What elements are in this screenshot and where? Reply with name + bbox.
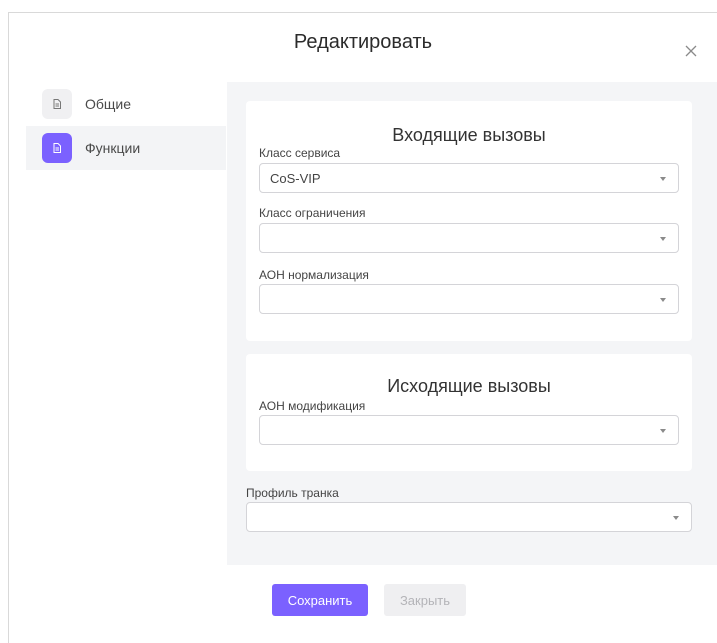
cli-modification-select[interactable]	[259, 415, 679, 445]
dialog-title: Редактировать	[293, 31, 433, 53]
incoming-calls-card: Входящие вызовы Класс сервиса CoS-VIP Кл…	[246, 101, 692, 341]
chevron-down-icon	[660, 177, 666, 181]
sidebar-item-label: Функции	[85, 140, 141, 156]
restriction-class-label: Класс ограничения	[259, 206, 366, 220]
chevron-down-icon	[660, 237, 666, 241]
incoming-calls-title: Входящие вызовы	[392, 125, 546, 145]
chevron-down-icon	[660, 429, 666, 433]
cli-normalization-select[interactable]	[259, 284, 679, 314]
edit-dialog: Редактировать Общие Функции Входящие выз…	[8, 12, 717, 643]
cli-normalization-label: АОН нормализация	[259, 268, 369, 282]
save-button[interactable]: Сохранить	[272, 584, 368, 616]
trunk-profile-label: Профиль транка	[246, 486, 339, 500]
chevron-down-icon	[673, 516, 679, 520]
outgoing-calls-card: Исходящие вызовы АОН модификация	[246, 354, 692, 471]
sidebar: Общие Функции	[26, 82, 226, 170]
document-icon	[42, 89, 72, 119]
close-button[interactable]: Закрыть	[384, 584, 466, 616]
sidebar-item-general[interactable]: Общие	[26, 82, 226, 126]
trunk-profile-select[interactable]	[246, 502, 692, 532]
document-icon	[42, 133, 72, 163]
service-class-label: Класс сервиса	[259, 146, 341, 160]
chevron-down-icon	[660, 298, 666, 302]
outgoing-calls-title: Исходящие вызовы	[387, 376, 551, 396]
close-icon[interactable]	[683, 43, 699, 59]
restriction-class-select[interactable]	[259, 223, 679, 253]
sidebar-item-functions[interactable]: Функции	[26, 126, 226, 170]
service-class-value: CoS-VIP	[270, 171, 321, 186]
service-class-select[interactable]: CoS-VIP	[259, 163, 679, 193]
sidebar-item-label: Общие	[85, 96, 132, 112]
content-panel: Входящие вызовы Класс сервиса CoS-VIP Кл…	[227, 82, 717, 565]
cli-modification-label: АОН модификация	[259, 399, 366, 413]
